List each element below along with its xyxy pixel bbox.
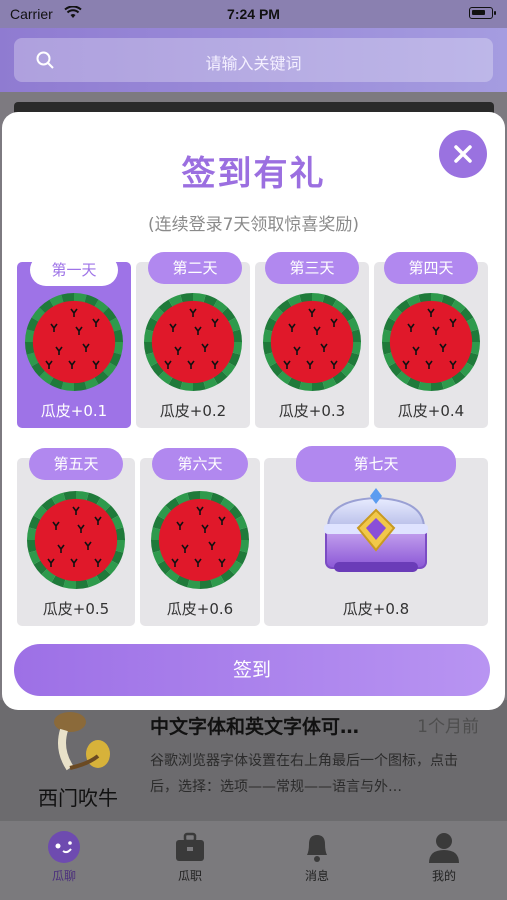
modal-subtitle: (连续登录7天领取惊喜奖励) <box>147 215 360 235</box>
day-label: 第七天 <box>296 446 456 482</box>
clock: 7:24 PM <box>227 6 280 22</box>
day-card-2[interactable]: 第二天 瓜皮+0.2 <box>136 252 250 428</box>
watermelon-icon <box>143 292 243 396</box>
tab-label: 瓜聊 <box>51 869 76 883</box>
reward-label: 瓜皮+0.6 <box>166 600 234 618</box>
reward-label: 瓜皮+0.4 <box>397 402 465 420</box>
day-label: 第六天 <box>152 448 248 480</box>
reward-label: 瓜皮+0.5 <box>42 600 110 618</box>
post-title[interactable]: 中文字体和英文字体可… <box>150 712 359 739</box>
tab-bar: 瓜聊 瓜职 消息 我的 <box>0 820 507 900</box>
day-card-7[interactable]: 第七天 瓜皮+0.8 <box>264 446 488 626</box>
day-label: 第四天 <box>384 252 478 284</box>
reward-label: 瓜皮+0.8 <box>342 600 410 618</box>
avatar <box>40 710 118 778</box>
checkin-button[interactable]: 签到 <box>14 644 490 696</box>
watermelon-icon <box>381 292 481 396</box>
day-card-1[interactable]: 第一天 瓜皮+0.1 <box>17 254 131 428</box>
day-label: 第二天 <box>148 252 242 284</box>
tab-label: 瓜职 <box>177 869 202 883</box>
treasure-chest-icon <box>316 484 436 588</box>
post-time: 1个月前 <box>417 717 479 737</box>
checkin-modal: 签到有礼 (连续登录7天领取惊喜奖励) 第一天 瓜皮+0.1 第二天 瓜皮+0.… <box>2 112 505 710</box>
day-card-5[interactable]: 第五天 瓜皮+0.5 <box>17 448 135 626</box>
search-input[interactable]: 请输入关键词 <box>14 38 493 82</box>
day-card-4[interactable]: 第四天 瓜皮+0.4 <box>374 252 488 428</box>
watermelon-icon <box>26 490 126 594</box>
battery-icon <box>469 7 496 19</box>
tab-profile[interactable]: 我的 <box>404 829 484 884</box>
tab-label: 我的 <box>431 869 456 883</box>
tab-guaqiao[interactable]: 瓜聊 <box>24 829 104 884</box>
watermelon-icon <box>150 490 250 594</box>
reward-label: 瓜皮+0.1 <box>40 402 108 420</box>
day-card-6[interactable]: 第六天 瓜皮+0.6 <box>140 448 260 626</box>
tab-label: 消息 <box>304 869 329 883</box>
tab-messages[interactable]: 消息 <box>277 829 357 884</box>
status-bar: Carrier 7:24 PM <box>0 0 507 28</box>
day-label: 第五天 <box>29 448 123 480</box>
post-summary: 谷歌浏览器字体设置在右上角最后一个图标，点击后，选择：选项——常规——语言与外… <box>150 753 458 795</box>
search-placeholder: 请输入关键词 <box>205 54 302 73</box>
reward-label: 瓜皮+0.2 <box>159 402 227 420</box>
bell-icon <box>299 829 335 865</box>
author-name: 西门吹牛 <box>38 786 118 810</box>
chat-bubble-icon <box>46 829 82 865</box>
day-card-3[interactable]: 第三天 瓜皮+0.3 <box>255 252 369 428</box>
modal-title: 签到有礼 <box>181 154 326 194</box>
list-item[interactable]: 西门吹牛 中文字体和英文字体可… 1个月前 谷歌浏览器字体设置在右上角最后一个图… <box>0 700 507 820</box>
reward-label: 瓜皮+0.3 <box>278 402 346 420</box>
briefcase-icon <box>172 829 208 865</box>
day-label: 第一天 <box>30 254 118 286</box>
header: 请输入关键词 <box>0 28 507 92</box>
day-label: 第三天 <box>265 252 359 284</box>
watermelon-icon <box>24 292 124 396</box>
person-icon <box>426 829 462 865</box>
watermelon-icon <box>262 292 362 396</box>
tab-guazhi[interactable]: 瓜职 <box>150 829 230 884</box>
